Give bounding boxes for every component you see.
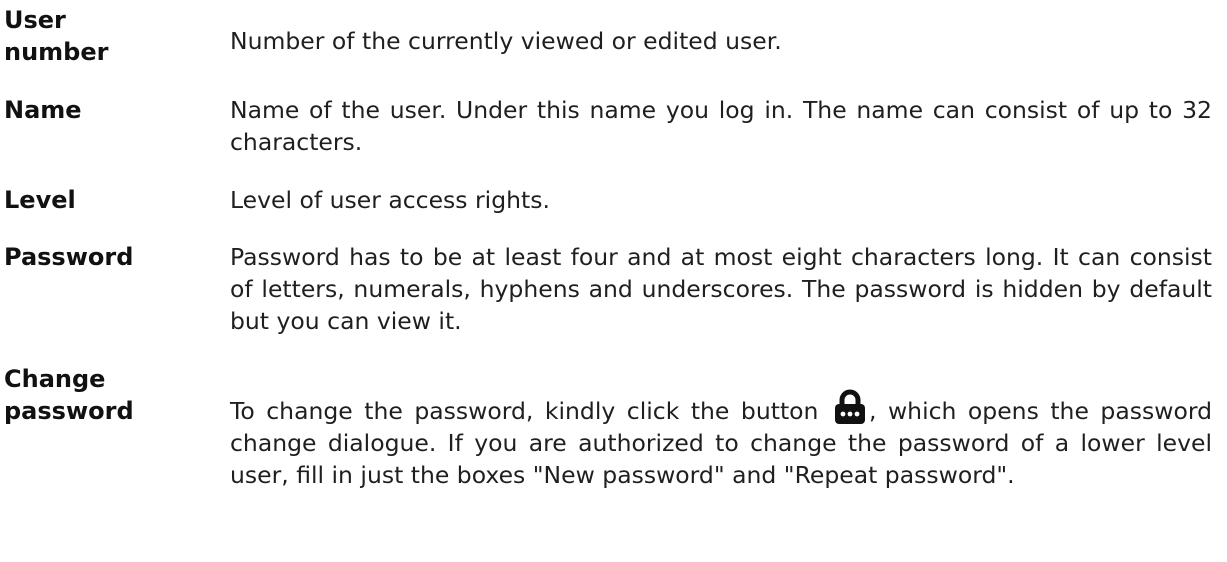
description-password-text: Password has to be at least four and at … xyxy=(230,243,1212,335)
description-name: Name of the user. Under this name you lo… xyxy=(230,94,1212,158)
description-level-text: Level of user access rights. xyxy=(230,186,550,214)
term-name: Name xyxy=(4,96,82,124)
term-user-number-line1: User xyxy=(4,6,66,34)
description-change-password-before-icon: To change the password, kindly click the… xyxy=(230,397,819,425)
term-level: Level xyxy=(4,186,76,214)
description-change-password: To change the password, kindly click the… xyxy=(230,389,1212,491)
term-user-number-line2: number xyxy=(4,38,109,66)
term-change-password-line1: Change xyxy=(4,365,106,393)
term-password: Password xyxy=(4,243,134,271)
lock-icon xyxy=(834,389,866,425)
description-password: Password has to be at least four and at … xyxy=(230,241,1212,337)
term-change-password: Change password xyxy=(4,363,214,427)
term-change-password-line2: password xyxy=(4,397,134,425)
description-user-number-text: Number of the currently viewed or edited… xyxy=(230,27,782,55)
description-user-number: Number of the currently viewed or edited… xyxy=(230,25,1212,57)
term-user-number: User number xyxy=(4,4,214,68)
description-level: Level of user access rights. xyxy=(230,184,1212,216)
description-change-password-text: To change the password, kindly click the… xyxy=(230,389,1212,491)
description-name-text: Name of the user. Under this name you lo… xyxy=(230,96,1212,156)
